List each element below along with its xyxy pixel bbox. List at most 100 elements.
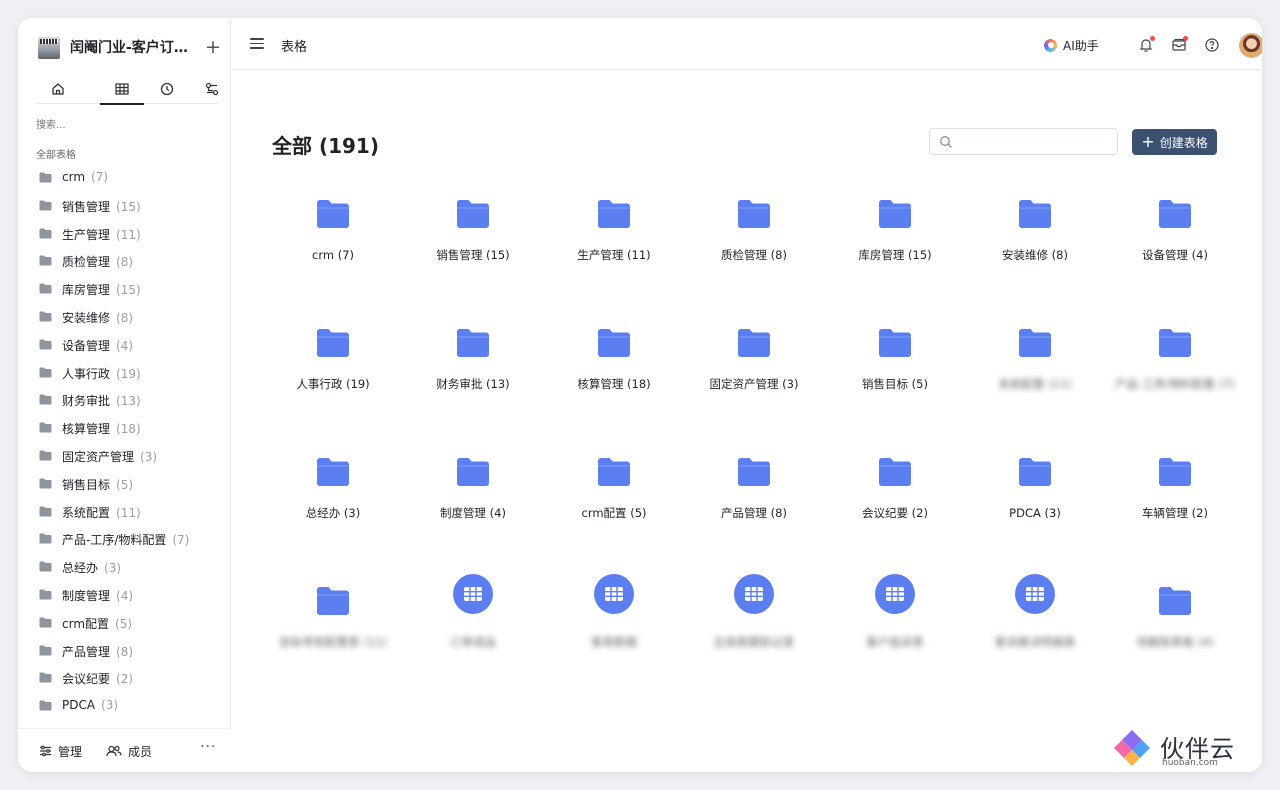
- table-item[interactable]: 客商数据: [549, 574, 679, 686]
- folder-icon: [39, 255, 52, 266]
- folder-item[interactable]: 人事行政 (19): [268, 328, 398, 428]
- folder-icon: [597, 199, 631, 229]
- sidebar-item-label: 安装维修 (8): [62, 311, 134, 325]
- folder-item[interactable]: 产品-工序/物料配置 (7): [1110, 328, 1240, 428]
- inbox-icon[interactable]: [1171, 36, 1188, 53]
- table-item[interactable]: 客诉解决明细表: [970, 574, 1100, 686]
- sidebar-item[interactable]: 销售目标 (5): [18, 470, 231, 498]
- search-icon: [940, 136, 952, 148]
- folder-item[interactable]: 销售管理 (15): [408, 199, 538, 299]
- folder-icon: [878, 199, 912, 229]
- item-name: 客户投诉表: [866, 635, 924, 649]
- table-item[interactable]: 订单成品: [408, 574, 538, 686]
- sidebar-item-label: crm配置 (5): [62, 616, 133, 631]
- members-button[interactable]: 成员: [106, 741, 152, 761]
- sidebar-item[interactable]: 安装维修 (8): [18, 303, 231, 331]
- folder-item[interactable]: 安装维修 (8): [970, 199, 1100, 299]
- folder-item[interactable]: 系统配置 (11): [970, 328, 1100, 428]
- sidebar-item[interactable]: 人事行政 (19): [18, 359, 231, 387]
- folder-item[interactable]: PDCA (3): [970, 457, 1100, 557]
- table-search-box[interactable]: [929, 128, 1118, 155]
- sidebar-item[interactable]: 核算管理 (18): [18, 414, 231, 442]
- sidebar: 闰阉门业-客户订单... + 全部表格 crm(7) 销售管理(15) 生产管理(1…: [18, 18, 231, 772]
- item-name: 销售目标 (5): [862, 377, 928, 391]
- tab-tables[interactable]: [100, 74, 144, 105]
- folder-item[interactable]: 生产管理 (11): [549, 199, 679, 299]
- folder-item[interactable]: 产品管理 (8): [689, 457, 819, 557]
- sidebar-item[interactable]: 生产管理 (11): [18, 220, 231, 248]
- sidebar-item[interactable]: 库房管理 (15): [18, 275, 231, 303]
- folder-item[interactable]: 销售目标 (5): [830, 328, 960, 428]
- folder-item[interactable]: 库房管理 (15): [830, 199, 960, 299]
- sidebar-item[interactable]: 质检管理 (8): [18, 247, 231, 275]
- folder-icon: [39, 700, 52, 711]
- tab-home[interactable]: [36, 74, 80, 104]
- sidebar-item[interactable]: crm配置 (5): [18, 609, 231, 637]
- page-header-title: 表格: [281, 40, 308, 55]
- folder-item[interactable]: 固定资产管理 (3): [689, 328, 819, 428]
- folder-icon: [39, 672, 52, 683]
- sidebar-search-input[interactable]: [36, 117, 216, 133]
- item-name: 制度管理 (4): [440, 506, 506, 520]
- add-icon[interactable]: +: [204, 37, 222, 59]
- folder-item[interactable]: 核算管理 (18): [549, 328, 679, 428]
- more-options-icon[interactable]: ···: [200, 739, 216, 755]
- folder-icon: [316, 457, 350, 487]
- sidebar-item[interactable]: 财务审批 (13): [18, 386, 231, 414]
- sidebar-item-label: 生产管理 (11): [62, 227, 141, 242]
- app-title[interactable]: 闰阉门业-客户订单...: [70, 37, 198, 59]
- help-icon[interactable]: [1204, 37, 1220, 53]
- members-label: 成员: [128, 744, 153, 759]
- table-item[interactable]: 应收款跟踪记录: [689, 574, 819, 686]
- sidebar-item[interactable]: 总经办 (3): [18, 553, 231, 581]
- folder-icon: [39, 367, 52, 378]
- folder-icon: [878, 457, 912, 487]
- manage-button[interactable]: 管理: [39, 741, 82, 761]
- folder-icon: [1018, 457, 1052, 487]
- sidebar-item[interactable]: 产品管理 (8): [18, 637, 231, 665]
- folder-icon: [456, 328, 490, 358]
- folder-item[interactable]: crm (7): [268, 199, 398, 299]
- item-name: 人事行政 (19): [296, 377, 370, 391]
- sidebar-item[interactable]: 产品-工序/物料配置 (7): [18, 525, 231, 553]
- folder-item[interactable]: 设备管理 (4): [1110, 199, 1240, 299]
- folder-item[interactable]: 总经办 (3): [268, 457, 398, 557]
- app-logo: [38, 37, 60, 59]
- sidebar-tabs: [36, 74, 219, 105]
- sidebar-item[interactable]: crm (7): [18, 164, 231, 192]
- page-title: 全部 (191): [272, 134, 379, 158]
- folder-item[interactable]: 车辆管理 (2): [1110, 457, 1240, 557]
- sidebar-item[interactable]: 设备管理 (4): [18, 331, 231, 359]
- table-search-input[interactable]: [958, 133, 1108, 151]
- create-table-button[interactable]: + 创建表格: [1132, 129, 1217, 155]
- table-item[interactable]: 客户投诉表: [830, 574, 960, 686]
- folder-icon: [1018, 328, 1052, 358]
- folder-item[interactable]: 财务审批 (13): [408, 328, 538, 428]
- sidebar-item[interactable]: PDCA (3): [18, 692, 231, 720]
- folder-item[interactable]: 会议纪要 (2): [830, 457, 960, 557]
- tab-recent[interactable]: [145, 74, 189, 104]
- menu-icon[interactable]: [250, 38, 264, 50]
- sidebar-item[interactable]: 销售管理 (15): [18, 192, 231, 220]
- user-avatar[interactable]: [1239, 33, 1262, 58]
- sidebar-item-label: 质检管理 (8): [62, 255, 134, 270]
- sidebar-item[interactable]: 制度管理 (4): [18, 581, 231, 609]
- folder-item[interactable]: 制度管理 (4): [408, 457, 538, 557]
- folder-icon: [1158, 328, 1192, 358]
- tab-workflow[interactable]: [190, 74, 234, 104]
- sidebar-item[interactable]: 系统配置 (11): [18, 498, 231, 526]
- folder-icon: [456, 199, 490, 229]
- sidebar-item[interactable]: 会议纪要 (2): [18, 664, 231, 692]
- folder-icon: [39, 478, 52, 489]
- folder-item[interactable]: 质检管理 (8): [689, 199, 819, 299]
- folder-item[interactable]: crm配置 (5): [549, 457, 679, 557]
- notification-bell-icon[interactable]: [1138, 36, 1155, 53]
- sidebar-item-label: 人事行政 (19): [62, 366, 141, 381]
- folder-item[interactable]: 目标考核配置表 (11): [268, 586, 398, 686]
- ai-assistant-button[interactable]: AI助手: [1044, 36, 1099, 54]
- item-name: 销售管理 (15): [436, 248, 510, 262]
- item-name: 生产管理 (11): [577, 248, 651, 262]
- table-grid-icon: [115, 83, 129, 95]
- folder-item[interactable]: 待删除表格 (4): [1110, 586, 1240, 686]
- sidebar-item[interactable]: 固定资产管理 (3): [18, 442, 231, 470]
